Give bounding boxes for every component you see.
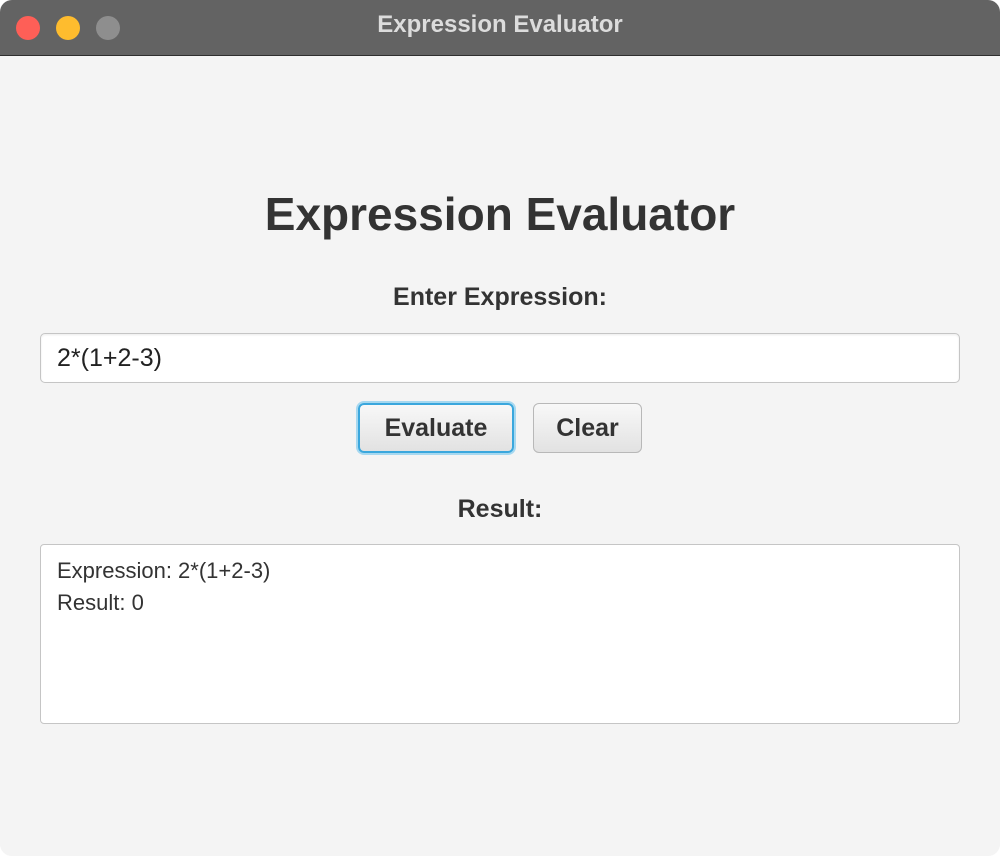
page-title: Expression Evaluator xyxy=(264,188,736,240)
title-bar[interactable]: Expression Evaluator xyxy=(0,0,1000,56)
main-panel: Expression Evaluator Enter Expression: E… xyxy=(0,56,1000,856)
result-label: Result: xyxy=(457,495,543,523)
expression-label: Enter Expression: xyxy=(393,283,607,311)
result-expression-line: Expression: 2*(1+2-3) xyxy=(57,558,271,583)
evaluate-button[interactable]: Evaluate xyxy=(358,403,514,453)
result-value-line: Result: 0 xyxy=(57,590,144,615)
app-window: Expression Evaluator Expression Evaluato… xyxy=(0,0,1000,856)
clear-button[interactable]: Clear xyxy=(533,403,642,453)
result-textarea[interactable]: Expression: 2*(1+2-3) Result: 0 xyxy=(40,544,960,724)
expression-input[interactable] xyxy=(40,333,960,383)
window-title: Expression Evaluator xyxy=(377,11,623,38)
